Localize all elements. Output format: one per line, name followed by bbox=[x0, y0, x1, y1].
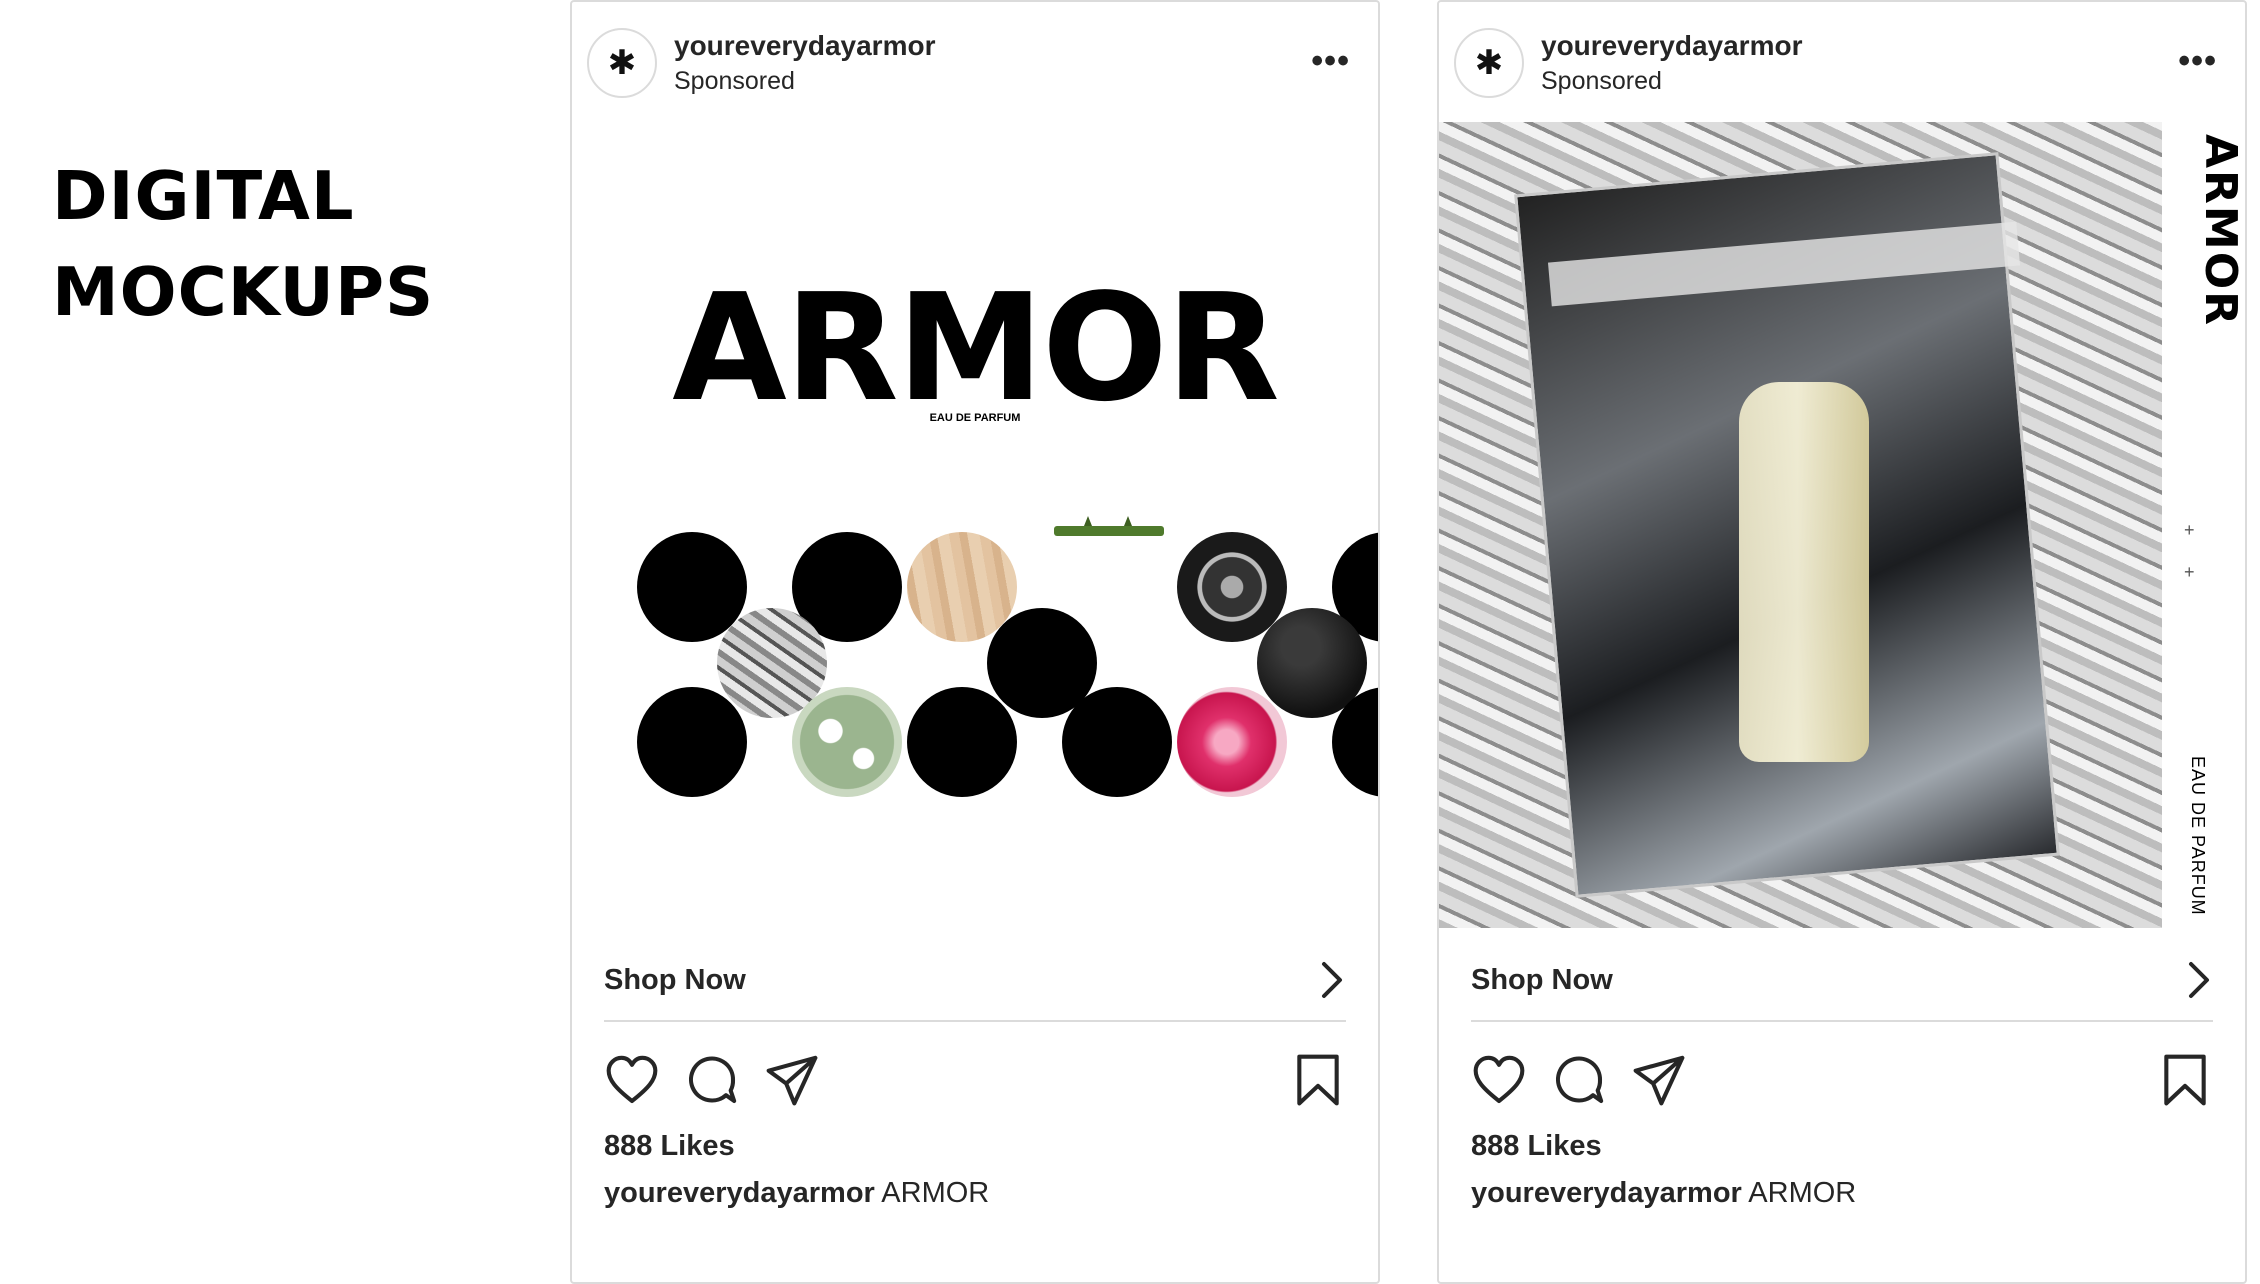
action-bar bbox=[604, 1052, 1346, 1112]
plus-mark: + bbox=[2184, 562, 2195, 582]
shop-now-bar[interactable]: Shop Now bbox=[1471, 940, 2213, 1022]
post-media[interactable]: ARMOR + + EAU DE PARFUM bbox=[1439, 122, 2245, 928]
shop-now-bar[interactable]: Shop Now bbox=[604, 940, 1346, 1022]
brand-logo-icon: ✱ bbox=[607, 44, 637, 82]
eau-de-parfum-vertical-label: EAU DE PARFUM bbox=[2188, 756, 2208, 916]
heart-icon[interactable] bbox=[604, 1052, 660, 1108]
bookmark-icon[interactable] bbox=[2157, 1052, 2213, 1108]
caption-text: ARMOR bbox=[881, 1177, 990, 1209]
caption-username[interactable]: youreverydayarmor bbox=[604, 1177, 875, 1209]
comment-icon[interactable] bbox=[1551, 1052, 1607, 1108]
eau-de-parfum-label: EAU DE PARFUM bbox=[929, 412, 1021, 424]
share-icon[interactable] bbox=[764, 1052, 820, 1108]
rose-circle bbox=[1177, 687, 1287, 797]
avatar[interactable]: ✱ bbox=[587, 28, 657, 98]
comment-icon[interactable] bbox=[684, 1052, 740, 1108]
thorn-stem-image bbox=[1054, 516, 1164, 536]
armor-vertical-wordmark: ARMOR bbox=[2195, 134, 2245, 328]
share-icon[interactable] bbox=[1631, 1052, 1687, 1108]
chevron-right-icon bbox=[1322, 962, 1342, 998]
black-circle bbox=[907, 687, 1017, 797]
black-circle bbox=[1062, 687, 1172, 797]
sponsored-label: Sponsored bbox=[674, 67, 795, 95]
brand-logo-icon: ✱ bbox=[1474, 44, 1504, 82]
instagram-post-2: ✱ youreverydayarmor Sponsored ••• ARMOR … bbox=[1437, 0, 2247, 1284]
armor-wordmark: ARMOR bbox=[672, 262, 1280, 434]
page-heading: DIGITAL MOCKUPS bbox=[52, 148, 434, 340]
shop-now-label: Shop Now bbox=[604, 963, 746, 996]
action-bar bbox=[1471, 1052, 2213, 1112]
caption-username[interactable]: youreverydayarmor bbox=[1471, 1177, 1742, 1209]
leaf-texture-circle bbox=[792, 687, 902, 797]
post-caption: youreverydayarmor ARMOR bbox=[1471, 1177, 1856, 1210]
shop-now-label: Shop Now bbox=[1471, 963, 1613, 996]
heading-line-2: MOCKUPS bbox=[52, 253, 435, 331]
black-circle bbox=[637, 687, 747, 797]
likes-count[interactable]: 888 Likes bbox=[604, 1130, 735, 1163]
post-media[interactable]: ARMOR EAU DE PARFUM bbox=[572, 122, 1378, 928]
more-icon[interactable]: ••• bbox=[1311, 42, 1350, 81]
chevron-right-icon bbox=[2189, 962, 2209, 998]
likes-count[interactable]: 888 Likes bbox=[1471, 1130, 1602, 1163]
perfume-bottle-image bbox=[1739, 382, 1869, 762]
post-username[interactable]: youreverydayarmor bbox=[674, 30, 935, 62]
caption-text: ARMOR bbox=[1748, 1177, 1857, 1209]
heading-line-1: DIGITAL bbox=[52, 157, 355, 235]
instagram-post-1: ✱ youreverydayarmor Sponsored ••• ARMOR … bbox=[570, 0, 1380, 1284]
plus-mark: + bbox=[2184, 520, 2195, 540]
more-icon[interactable]: ••• bbox=[2178, 42, 2217, 81]
product-photo bbox=[1439, 122, 2162, 928]
heart-icon[interactable] bbox=[1471, 1052, 1527, 1108]
avatar[interactable]: ✱ bbox=[1454, 28, 1524, 98]
post-username[interactable]: youreverydayarmor bbox=[1541, 30, 1802, 62]
post-caption: youreverydayarmor ARMOR bbox=[604, 1177, 989, 1210]
bookmark-icon[interactable] bbox=[1290, 1052, 1346, 1108]
sponsored-label: Sponsored bbox=[1541, 67, 1662, 95]
